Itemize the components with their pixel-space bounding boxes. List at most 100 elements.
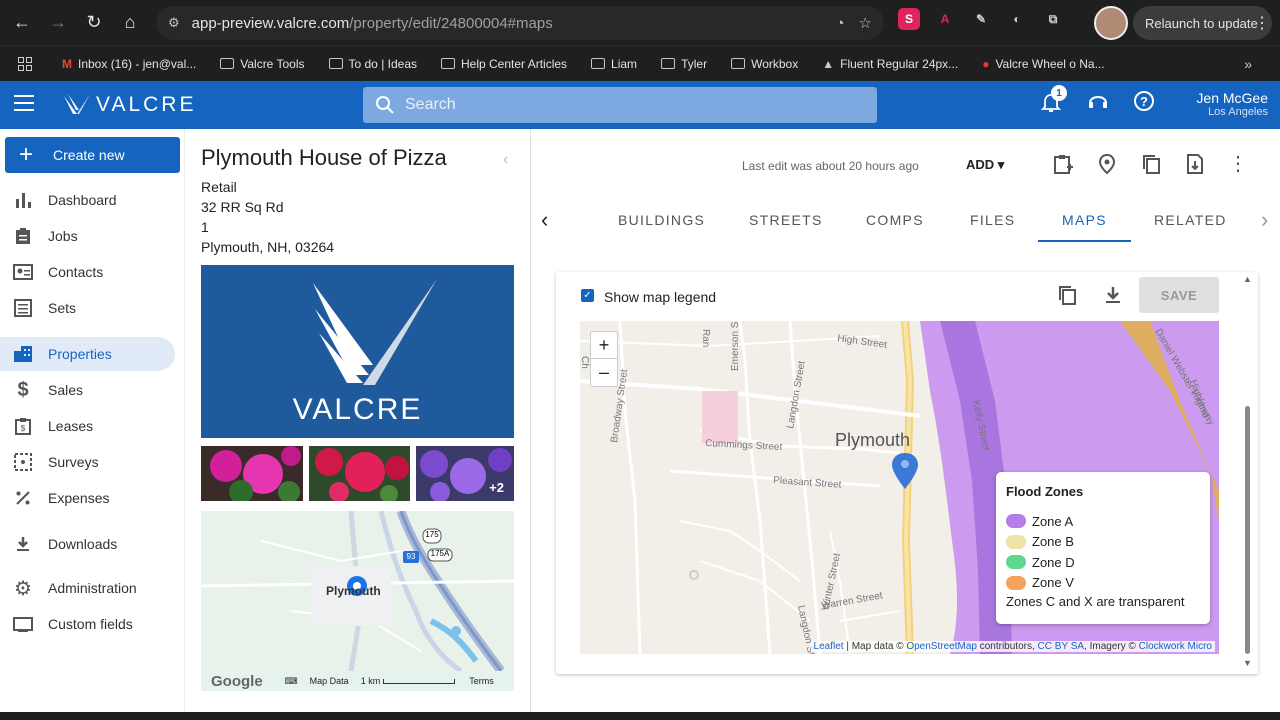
property-hero-image[interactable]: VALCRE xyxy=(201,265,514,438)
sidebar-item-downloads[interactable]: Downloads xyxy=(0,527,175,561)
eyedropper-icon[interactable]: ✎ xyxy=(970,8,992,30)
license-link[interactable]: CC BY SA xyxy=(1038,641,1085,652)
copy-icon[interactable] xyxy=(1140,153,1162,180)
map-pin-icon[interactable] xyxy=(1096,153,1118,180)
search-input[interactable]: Search xyxy=(363,87,877,123)
sidebar-item-surveys[interactable]: Surveys xyxy=(0,445,175,479)
sidebar-item-dashboard[interactable]: Dashboard xyxy=(0,183,175,217)
osm-link[interactable]: OpenStreetMap xyxy=(906,641,977,652)
performance-icon[interactable]: ◔ xyxy=(835,15,844,32)
scroll-down-icon[interactable]: ▼ xyxy=(1243,658,1252,668)
sidebar-item-sales[interactable]: $ Sales xyxy=(0,373,175,407)
show-legend-label[interactable]: Show map legend xyxy=(604,289,716,305)
back-icon[interactable]: ← xyxy=(4,4,40,40)
zone-b-swatch xyxy=(1006,534,1026,549)
google-mini-map[interactable]: 175 175A 93 Plymouth Google ⌨ Map Data 1… xyxy=(201,511,514,691)
keyboard-icon[interactable]: ⌨ xyxy=(285,676,298,687)
flood-zone-map[interactable]: High Street Emerson St Langdon Street Cu… xyxy=(580,321,1219,654)
tab-buildings[interactable]: BUILDINGS xyxy=(618,197,705,243)
imagery-link[interactable]: Clockwork Micro xyxy=(1139,641,1212,652)
folder-icon xyxy=(441,58,455,69)
profile-avatar[interactable] xyxy=(1094,6,1128,40)
notifications-button[interactable]: 1 xyxy=(1040,85,1067,115)
forward-icon[interactable]: → xyxy=(40,4,76,40)
bookmark-item[interactable]: Workbox xyxy=(731,57,798,71)
more-vert-icon[interactable]: ⋮ xyxy=(1228,153,1248,180)
chevron-right-icon[interactable]: › xyxy=(1261,197,1270,243)
scroll-thumb[interactable] xyxy=(1245,406,1250,654)
home-icon[interactable]: ⌂ xyxy=(112,4,148,40)
bookmark-item[interactable]: To do | Ideas xyxy=(328,56,418,71)
route-shield-175: 175 xyxy=(425,530,439,539)
terms-link[interactable]: Terms xyxy=(469,676,494,686)
sidebar-item-expenses[interactable]: Expenses xyxy=(0,481,175,515)
photo-thumbnail[interactable]: +2 xyxy=(416,446,514,501)
download-icon[interactable] xyxy=(1102,284,1124,311)
sidebar-item-leases[interactable]: $ Leases xyxy=(0,409,175,443)
sidebar-item-properties[interactable]: Properties xyxy=(0,337,175,371)
sidebar-item-label: Expenses xyxy=(48,490,110,506)
bookmark-label: To do | Ideas xyxy=(348,56,418,71)
bookmark-item[interactable]: M Inbox (16) - jen@val... xyxy=(62,57,196,71)
extension-icon[interactable]: S xyxy=(898,8,920,30)
save-button[interactable]: SAVE xyxy=(1139,277,1219,313)
support-button[interactable] xyxy=(1086,89,1112,115)
tab-related[interactable]: RELATED xyxy=(1154,197,1227,243)
zoom-in-button[interactable]: + xyxy=(591,332,617,359)
bookmark-item[interactable]: ▲ Fluent Regular 24px... xyxy=(822,57,958,71)
sidebar-item-sets[interactable]: Sets xyxy=(0,291,175,325)
bookmark-item[interactable]: Help Center Articles xyxy=(441,57,567,71)
tab-maps[interactable]: MAPS xyxy=(1062,197,1107,243)
bookmark-item[interactable]: ● Valcre Wheel o Na... xyxy=(982,57,1104,71)
route-shield-93: 93 xyxy=(406,552,416,561)
attribution-text: | Map data © xyxy=(843,641,907,652)
sidebar-item-jobs[interactable]: Jobs xyxy=(0,219,175,253)
legend-checkbox[interactable]: ✓ xyxy=(581,289,594,302)
zone-a-swatch xyxy=(1006,514,1026,529)
bookmark-item[interactable]: Tyler xyxy=(661,57,707,71)
sidebar-item-custom-fields[interactable]: Custom fields xyxy=(0,607,175,641)
bookmark-item[interactable]: Valcre Tools xyxy=(220,57,305,71)
extension-icon[interactable]: A xyxy=(934,8,956,30)
clipboard-add-icon[interactable] xyxy=(1052,153,1074,180)
sidebar-item-contacts[interactable]: Contacts xyxy=(0,255,175,289)
sidebar-item-label: Custom fields xyxy=(48,616,133,632)
extension-icon[interactable]: ◐ xyxy=(1006,8,1028,30)
leaflet-link[interactable]: Leaflet xyxy=(814,641,844,652)
copy-icon[interactable] xyxy=(1056,284,1078,311)
reload-icon[interactable]: ↻ xyxy=(76,4,112,40)
menu-icon[interactable] xyxy=(14,95,34,116)
add-dropdown-button[interactable]: ADD ▾ xyxy=(966,157,1004,173)
map-scale-bar xyxy=(383,678,456,684)
map-card-scrollbar[interactable]: ▲ ▼ xyxy=(1243,272,1253,672)
chevron-double-right-icon[interactable]: » xyxy=(1244,56,1252,72)
relaunch-label: Relaunch to update xyxy=(1145,15,1258,31)
scroll-up-icon[interactable]: ▲ xyxy=(1243,274,1252,284)
tab-bar: ‹ BUILDINGS STREETS COMPS FILES MAPS REL… xyxy=(531,197,1280,243)
create-new-button[interactable]: + Create new xyxy=(5,137,180,173)
tab-files[interactable]: FILES xyxy=(970,197,1015,243)
tab-comps[interactable]: COMPS xyxy=(866,197,924,243)
site-info-icon[interactable]: ⚙ xyxy=(168,15,180,31)
zoom-out-button[interactable]: – xyxy=(591,359,617,386)
valcre-logo[interactable]: VALCRE xyxy=(64,93,196,117)
bookmark-star-icon[interactable]: ☆ xyxy=(859,14,872,32)
legend-row-zone-a: Zone A xyxy=(1006,511,1200,532)
address-bar[interactable]: ⚙ app-preview.valcre.com/property/edit/2… xyxy=(156,6,884,40)
chevron-left-icon[interactable]: ‹ xyxy=(541,197,550,243)
download-icon xyxy=(12,533,34,555)
bookmark-item[interactable]: Liam xyxy=(591,57,637,71)
photo-thumbnail[interactable] xyxy=(309,446,410,501)
map-data-link[interactable]: Map Data xyxy=(310,676,349,686)
file-import-icon[interactable] xyxy=(1184,153,1206,180)
help-button[interactable]: ? xyxy=(1132,89,1158,115)
puzzle-icon[interactable]: ⧉ xyxy=(1042,8,1064,30)
chevron-left-icon[interactable]: ‹ xyxy=(503,151,508,169)
photo-thumbnail[interactable] xyxy=(201,446,303,501)
tab-streets[interactable]: STREETS xyxy=(749,197,823,243)
sidebar-item-administration[interactable]: ⚙ Administration xyxy=(0,571,175,605)
apps-grid-icon[interactable] xyxy=(18,56,38,71)
relaunch-button[interactable]: Relaunch to update xyxy=(1133,6,1272,40)
menu-dots-icon[interactable]: ⋮ xyxy=(1254,13,1270,33)
user-menu[interactable]: Jen McGee Los Angeles xyxy=(1196,90,1268,118)
